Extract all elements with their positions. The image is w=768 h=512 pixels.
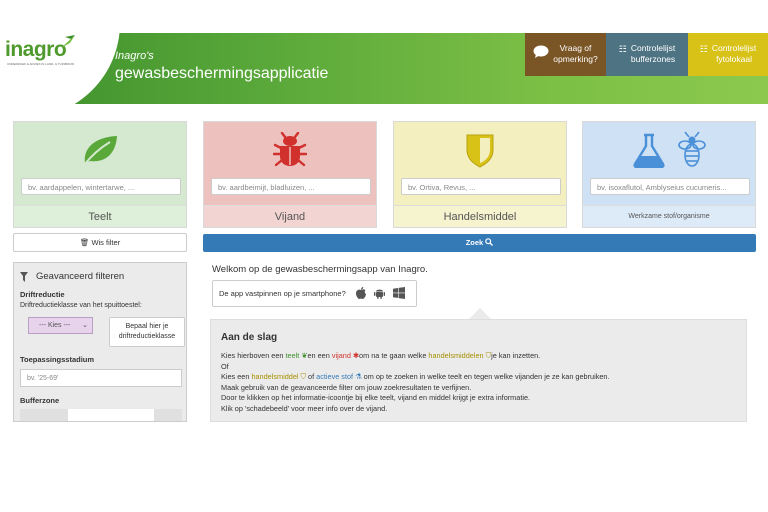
header: inagro ONDERZOEK & ADVIES IN LAND- & TUI… [0,33,768,104]
logo-tagline: ONDERZOEK & ADVIES IN LAND- & TUINBOUW [7,62,75,66]
toepassingsstadium-input[interactable]: bv. '25-69' [20,369,182,387]
teelt-search-input[interactable]: bv. aardappelen, wintertarwe, ... [21,178,181,195]
app-title: gewasbeschermingsapplicatie [115,65,329,82]
bug-icon [273,131,307,166]
werkzame-stof-label[interactable]: Werkzame stof/organisme [583,205,755,227]
app-pin-text: De app vastpinnen op je smartphone? [219,289,346,298]
fytolokaal-label-1: Controlelijst [711,43,757,53]
driftreductie-heading: Driftreductie [20,290,65,299]
handelsmiddel-card: bv. Ortiva, Revus, ... Handelsmiddel [393,121,567,228]
werkzame-stof-search-input[interactable]: bv. isoxaflutol, Amblyseius cucumeris... [590,178,750,195]
fytolokaal-label-2: fytolokaal [716,54,752,64]
search-label: Zoek [465,238,484,247]
bufferzones-checklist-button[interactable]: ☷ Controlelijst bufferzones [606,33,688,76]
inagro-logo[interactable]: inagro ONDERZOEK & ADVIES IN LAND- & TUI… [5,35,80,66]
advanced-filter-title: Geavanceerd filteren [36,271,125,282]
feedback-label-1: Vraag of [559,43,592,53]
getting-started-title: Aan de slag [221,332,278,343]
search-icon [485,238,494,246]
apple-icon[interactable] [355,287,366,299]
driftreductie-select-value: --- Kies --- [39,322,71,329]
handelsmiddelen-link[interactable]: handelsmiddelen [428,351,483,360]
app-subtitle: Inagro's [115,50,154,62]
search-button[interactable]: Zoek [203,234,756,252]
clear-filter-button[interactable]: 🗑 Wis filter [13,233,187,252]
handelsmiddel-search-input[interactable]: bv. Ortiva, Revus, ... [401,178,561,195]
werkzame-stof-card: bv. isoxaflutol, Amblyseius cucumeris...… [582,121,756,228]
teelt-label[interactable]: Teelt [14,205,186,227]
bepaal-label-2: driftreductieklasse [118,333,176,340]
vijand-link[interactable]: vijand [332,351,351,360]
instruction-line-6: Klik op 'schadebeeld' voor meer info ove… [221,403,388,413]
list-icon: ☷ [618,44,627,54]
driftreductie-text: Driftreductieklasse van het spuittoestel… [20,302,142,309]
android-icon[interactable] [373,287,385,299]
handelsmiddel-link[interactable]: handelsmiddel [251,372,298,381]
bufferzone-heading: Bufferzone [20,396,60,405]
welcome-text: Welkom op de gewasbeschermingsapp van In… [212,264,428,275]
fytolokaal-checklist-button[interactable]: ☷ Controlelijst fytolokaal [688,33,768,76]
clear-filter-label: Wis filter [91,238,121,247]
flask-icon [633,133,665,168]
instruction-line-2: Of [221,361,229,371]
feedback-label-2: opmerking? [553,54,598,64]
advanced-filter-panel: Geavanceerd filteren Driftreductie Drift… [13,262,187,422]
bepaal-label-1: Bepaal hier je [125,323,169,330]
logo-arrow-icon [61,35,75,48]
shield-icon [466,134,494,168]
bufferzone-control[interactable] [20,409,182,421]
bee-icon [678,131,706,167]
driftreductie-select[interactable]: --- Kies --- ⌄ [28,317,93,334]
feedback-button[interactable]: Vraag of opmerking? [525,33,606,76]
bufferzones-label-1: Controlelijst [630,43,676,53]
vijand-search-input[interactable]: bv. aardbeimijt, bladluizen, ... [211,178,371,195]
app-pin-box: De app vastpinnen op je smartphone? [212,280,417,307]
chevron-down-icon: ⌄ [82,322,88,329]
teelt-card: bv. aardappelen, wintertarwe, ... Teelt [13,121,187,228]
filter-icon [20,271,28,282]
trash-icon: 🗑 [79,238,90,247]
toepassingsstadium-heading: Toepassingsstadium [20,355,95,364]
teelt-link[interactable]: teelt [286,351,300,360]
windows-icon[interactable] [392,287,405,299]
handelsmiddel-label[interactable]: Handelsmiddel [394,205,566,227]
list-icon: ☷ [699,44,708,54]
instruction-line-1: Kies hierboven een teelt ❦en een vijand … [221,351,541,360]
leaf-icon [83,135,117,166]
getting-started-panel: Aan de slag Kies hierboven een teelt ❦en… [210,319,747,422]
speech-bubble-icon [533,45,549,58]
instruction-line-3: Kies een handelsmiddel ⛉ of actieve stof… [221,372,610,381]
actieve-stof-link[interactable]: actieve stof [316,372,353,381]
vijand-label[interactable]: Vijand [204,205,376,227]
callout-pointer [469,308,491,319]
instruction-line-5: Door te klikken op het informatie-icoont… [221,393,531,402]
logo-text: inagro [5,38,67,61]
instruction-line-4: Maak gebruik van de geavanceerde filter … [221,382,472,392]
vijand-card: bv. aardbeimijt, bladluizen, ... Vijand [203,121,377,228]
bufferzones-label-2: bufferzones [630,54,676,64]
determine-drift-class-button[interactable]: Bepaal hier je driftreductieklasse [109,317,185,347]
